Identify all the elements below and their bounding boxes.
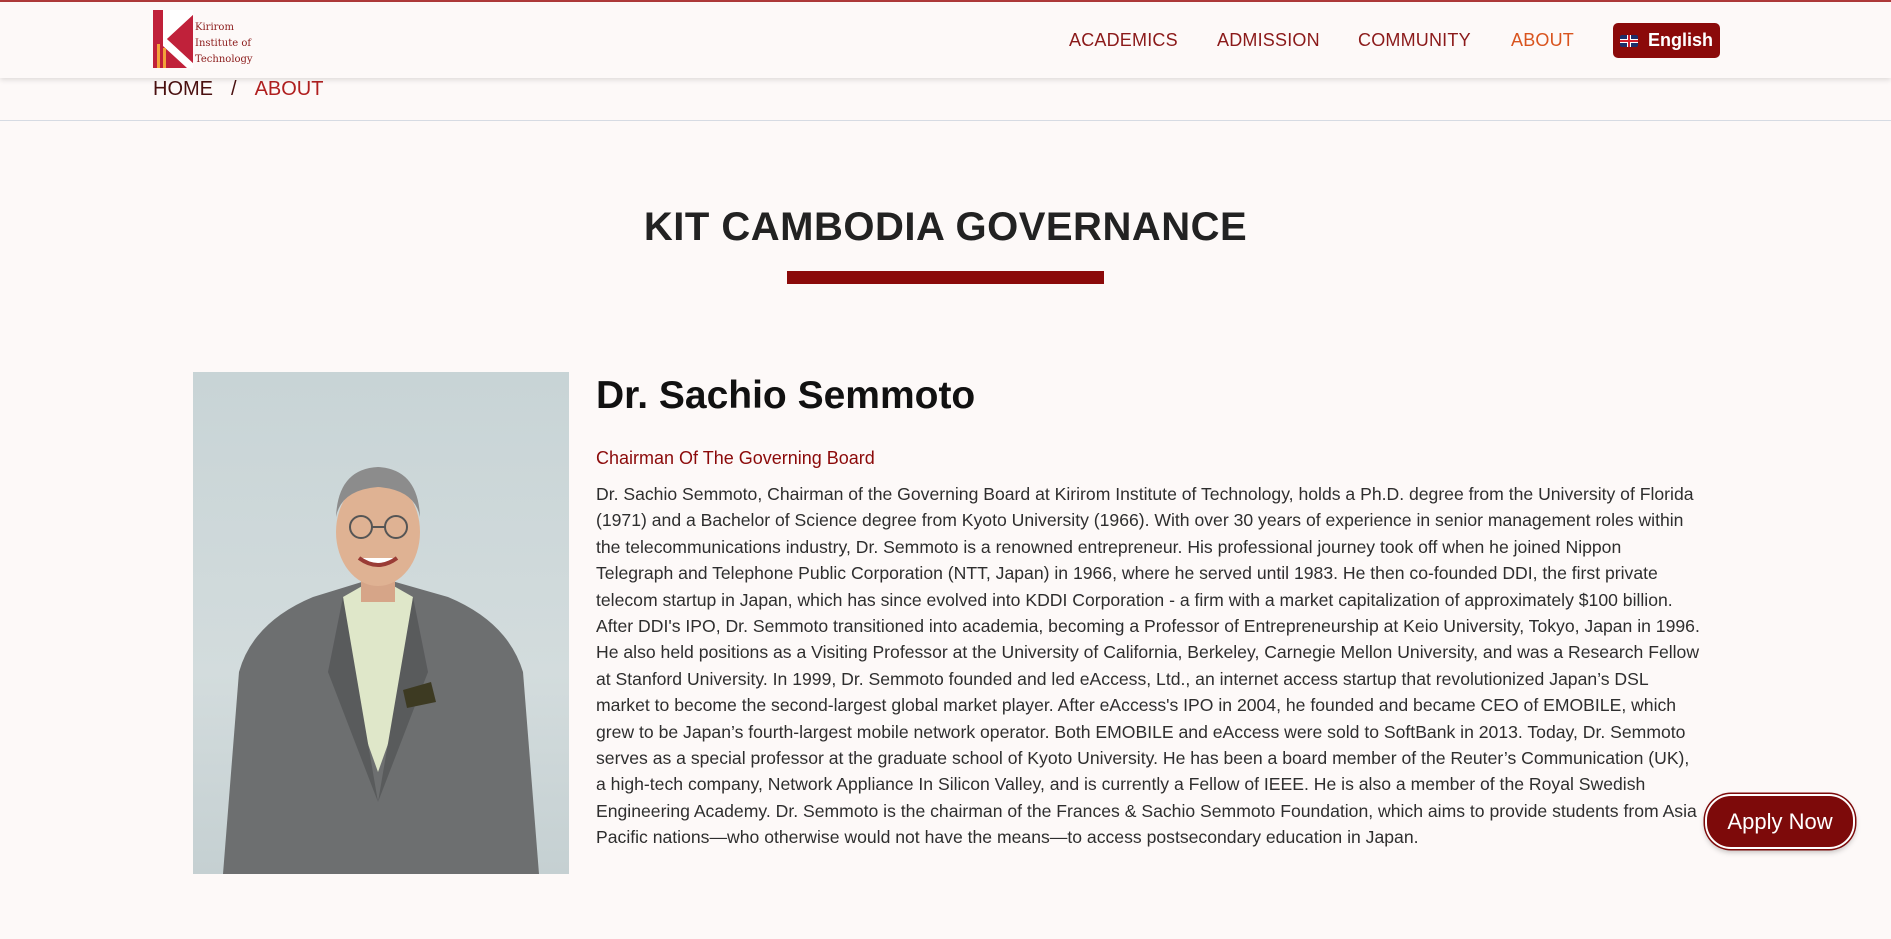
site-header: Kirirom Institute of Technology ACADEMIC… (0, 2, 1891, 78)
breadcrumb-bar: HOME / ABOUT (0, 78, 1891, 121)
uk-flag-icon (1619, 34, 1638, 47)
profile-role: Chairman Of The Governing Board (596, 448, 875, 468)
nav-about[interactable]: ABOUT (1511, 30, 1581, 51)
language-selector-button[interactable]: English (1613, 23, 1720, 58)
nav-academics[interactable]: ACADEMICS (1069, 30, 1179, 51)
breadcrumb-home-link[interactable]: HOME (153, 78, 213, 101)
page-title: KIT CAMBODIA GOVERNANCE (643, 205, 1248, 249)
nav-admission[interactable]: ADMISSION (1217, 30, 1320, 51)
profile-name: Dr. Sachio Semmoto (596, 374, 976, 417)
kit-logo-mark-icon (153, 10, 193, 68)
profile-photo (193, 372, 569, 874)
language-label: English (1647, 30, 1713, 50)
kit-logo-text: Kirirom Institute of Technology (195, 20, 253, 68)
breadcrumb: HOME / ABOUT (153, 78, 323, 101)
nav-community[interactable]: COMMUNITY (1358, 30, 1473, 51)
logo-line-1: Kirirom (195, 22, 234, 33)
kit-logo[interactable]: Kirirom Institute of Technology (153, 10, 253, 68)
breadcrumb-current[interactable]: ABOUT (255, 78, 324, 101)
title-underline (787, 271, 1104, 284)
profile-bio: Dr. Sachio Semmoto, Chairman of the Gove… (596, 484, 1700, 848)
breadcrumb-separator: / (231, 78, 237, 100)
apply-now-button[interactable]: Apply Now (1705, 794, 1855, 849)
logo-line-3: Technology (195, 54, 253, 65)
logo-line-2: Institute of (195, 38, 252, 49)
